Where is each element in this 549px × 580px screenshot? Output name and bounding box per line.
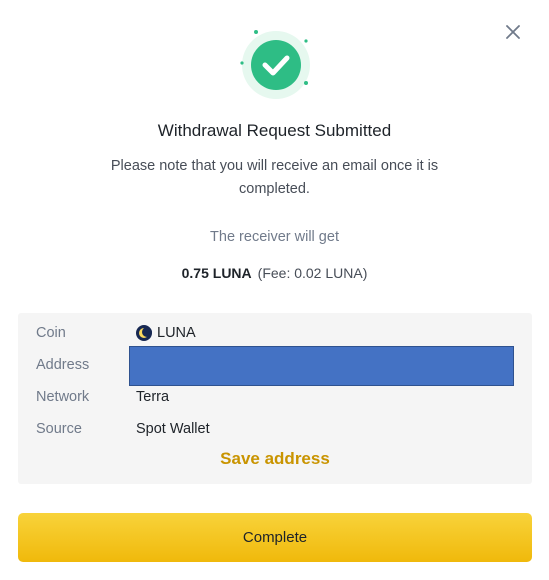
dialog-subtitle: Please note that you will receive an ema… [110,158,439,197]
dialog-title: Withdrawal Request Submitted [157,121,392,140]
amount-line: 0.75 LUNA (Fee: 0.02 LUNA) [0,265,549,281]
source-row: Source Spot Wallet [36,417,210,441]
check-circle-icon [240,30,310,99]
fee-text: (Fee: 0.02 LUNA) [257,265,368,281]
success-icon [232,26,316,110]
address-redaction [129,346,514,386]
received-amount: 0.75 LUNA [181,265,252,281]
close-icon [506,25,520,39]
receiver-label: The receiver will get [210,229,339,245]
network-value: Terra [136,389,170,405]
save-address-link[interactable]: Save address [18,449,532,469]
source-label: Source [36,421,82,437]
source-value: Spot Wallet [136,421,210,437]
details-panel: Coin LUNA Address Network Terra Source S… [18,313,532,484]
complete-button[interactable]: Complete [18,513,532,562]
coin-value: LUNA [136,325,196,341]
coin-label: Coin [36,325,66,341]
address-row: Address [36,353,136,377]
network-label: Network [36,389,90,405]
coin-name: LUNA [157,325,196,341]
address-label: Address [36,357,90,373]
network-row: Network Terra [36,385,169,409]
close-button[interactable] [503,22,523,42]
luna-coin-icon [136,325,152,341]
coin-row: Coin LUNA [36,321,196,345]
